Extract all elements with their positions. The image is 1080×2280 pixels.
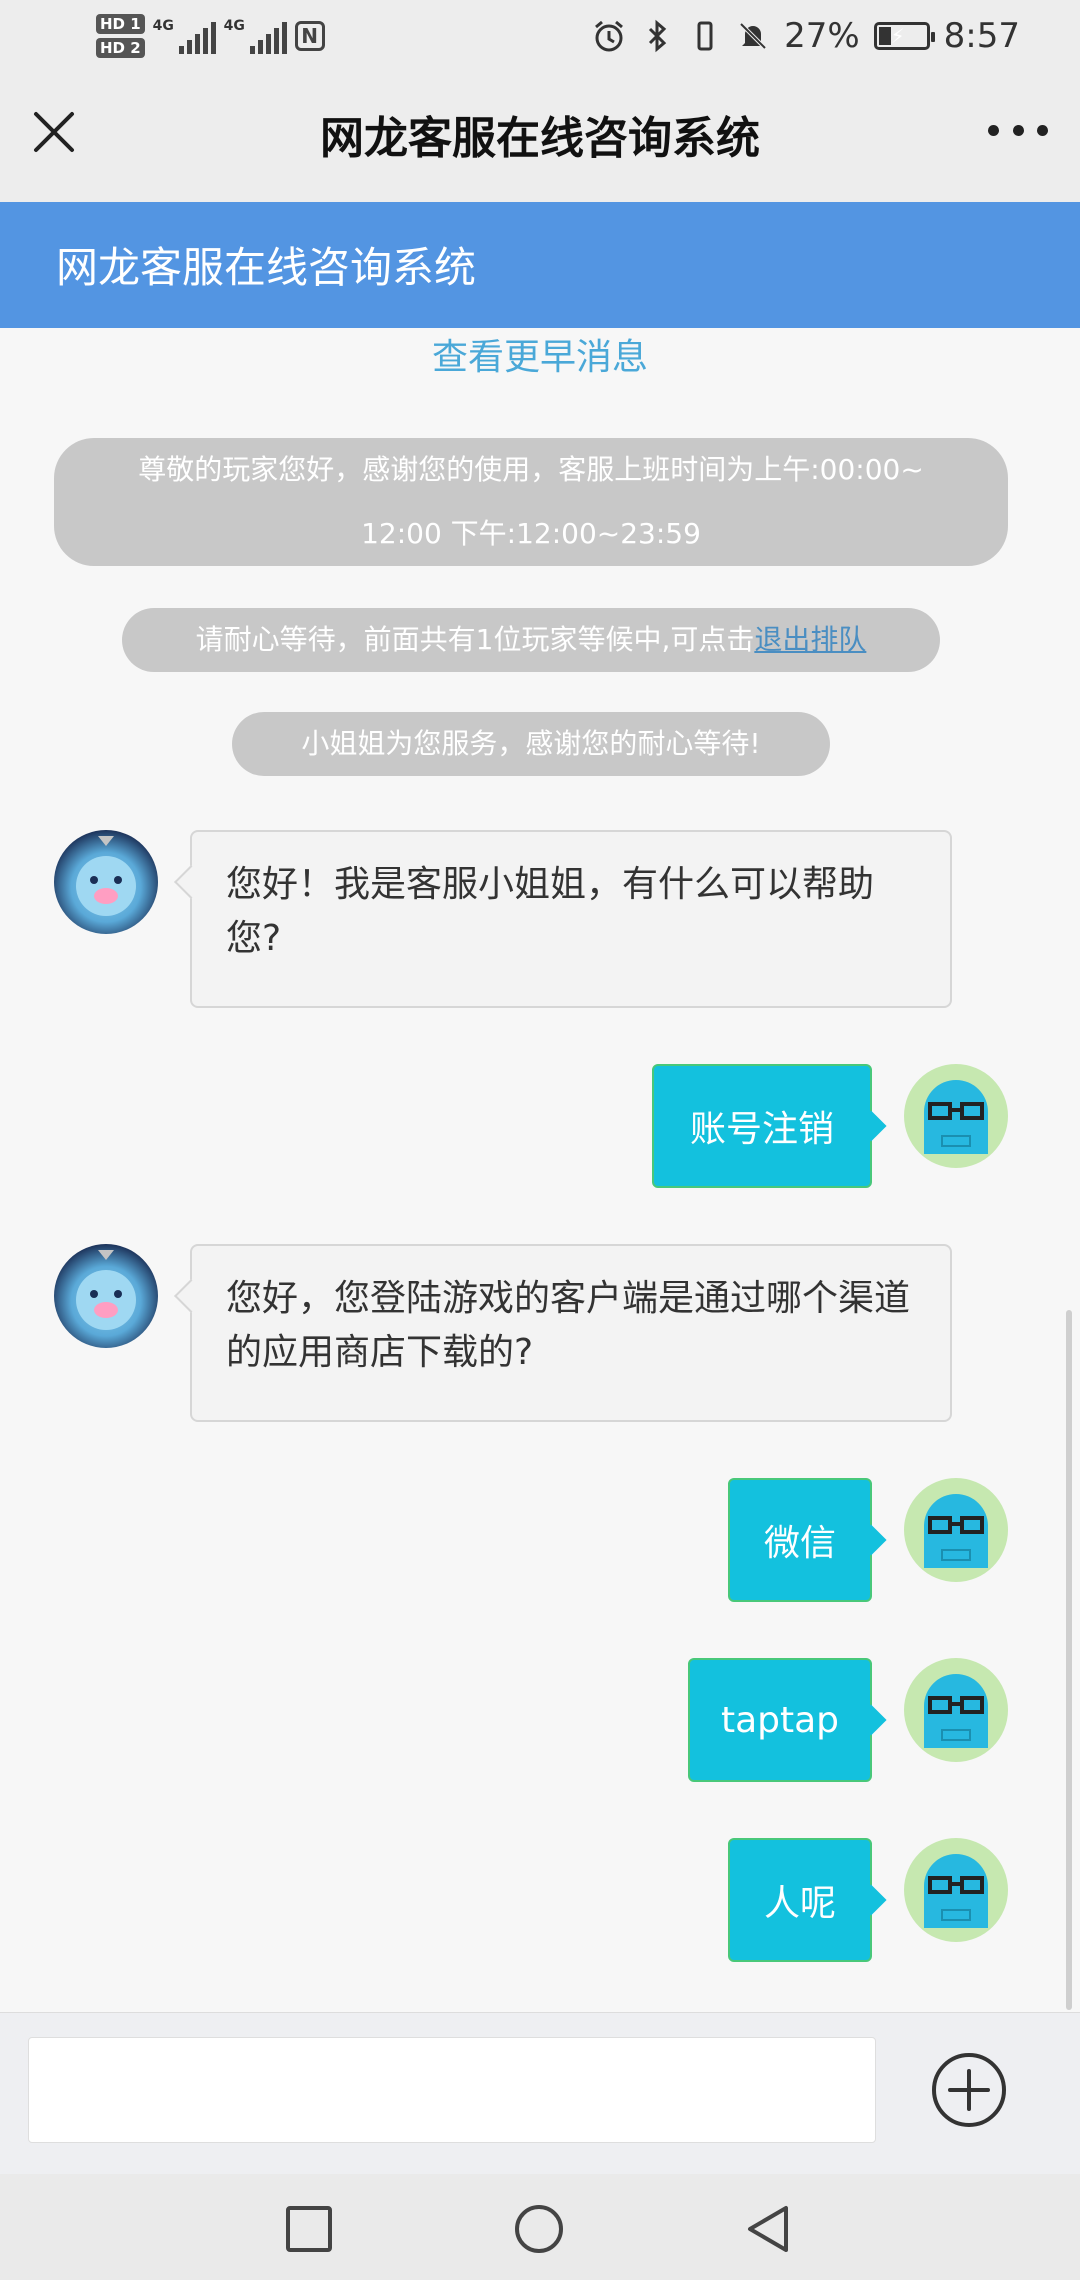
system-header-title: 网龙客服在线咨询系统 [56,243,477,292]
more-dot-icon [988,124,999,136]
chat-scrollbar[interactable] [1066,1310,1072,2010]
notice-hours-line1: 尊敬的玩家您好，感谢您的使用，客服上班时间为上午:00:00~ [138,453,924,486]
status-right: 27% ⚡ 8:57 [592,14,1020,58]
net2-label: 4G [223,18,245,34]
user-avatar [904,1064,1008,1168]
pig-avatar-icon [76,836,136,916]
user-message-bubble: 微信 [728,1478,872,1602]
more-button[interactable] [988,120,1048,140]
signal-2-icon: 4G [224,18,287,54]
user-message-bubble: 账号注销 [652,1064,872,1188]
pig-avatar-icon [76,1250,136,1330]
system-header: 网龙客服在线咨询系统 [0,202,1080,328]
net1-label: 4G [152,18,174,34]
recent-apps-button[interactable] [282,2202,336,2256]
alarm-icon [592,19,626,53]
add-attachment-button[interactable] [930,2051,1008,2129]
chat-area[interactable]: 查看更早消息 尊敬的玩家您好，感谢您的使用，客服上班时间为上午:00:00~ 1… [0,328,1080,2012]
user-avatar [904,1838,1008,1942]
load-earlier-link[interactable]: 查看更早消息 [0,328,1080,380]
signal-1-icon: 4G [153,18,216,54]
battery-icon: ⚡ [873,22,935,50]
notice-queue-text: 请耐心等待，前面共有1位玩家等候中,可点击 [195,623,755,656]
bluetooth-icon [640,19,674,53]
status-left: HD 1 HD 2 4G 4G N [96,8,325,64]
user-message-bubble: 人呢 [728,1838,872,1962]
battery-percent: 27% [784,16,860,56]
page-title: 网龙客服在线咨询系统 [320,113,760,164]
robot-avatar-icon [924,1674,988,1748]
square-icon [286,2206,332,2252]
robot-avatar-icon [924,1080,988,1154]
circle-icon [515,2205,563,2253]
back-button[interactable] [742,2202,796,2256]
robot-avatar-icon [924,1854,988,1928]
mute-bell-icon [736,19,770,53]
agent-message-bubble: 您好！我是客服小姐姐，有什么可以帮助您? [190,830,952,1008]
message-input[interactable] [28,2037,876,2143]
hd1-badge: HD 1 [96,14,145,34]
more-dot-icon [1037,124,1048,136]
triangle-back-icon [748,2206,788,2252]
plus-circle-icon [932,2053,1006,2127]
notice-hours: 尊敬的玩家您好，感谢您的使用，客服上班时间为上午:00:00~ 12:00 下午… [54,438,1008,566]
user-message-bubble: taptap [688,1658,872,1782]
nfc-icon: N [294,21,325,51]
input-bar [0,2012,1080,2175]
agent-avatar [54,1244,158,1348]
agent-avatar [54,830,158,934]
agent-message-bubble: 您好，您登陆游戏的客户端是通过哪个渠道的应用商店下载的? [190,1244,952,1422]
system-nav-bar [0,2174,1080,2280]
user-avatar [904,1658,1008,1762]
hd-badges: HD 1 HD 2 [96,14,145,58]
user-avatar [904,1478,1008,1582]
status-bar: HD 1 HD 2 4G 4G N 27% ⚡ 8:57 [0,0,1080,72]
robot-avatar-icon [924,1494,988,1568]
notice-hours-line2: 12:00 下午:12:00~23:59 [361,517,701,550]
exit-queue-link[interactable]: 退出排队 [754,623,866,656]
vibrate-icon [688,19,722,53]
notice-service: 小姐姐为您服务，感谢您的耐心等待! [232,712,830,776]
notice-queue: 请耐心等待，前面共有1位玩家等候中,可点击退出排队 [122,608,940,672]
more-dot-icon [1012,124,1024,136]
title-bar: 网龙客服在线咨询系统 [0,72,1080,202]
home-button[interactable] [512,2202,566,2256]
clock-time: 8:57 [943,16,1020,56]
hd2-badge: HD 2 [96,38,145,58]
